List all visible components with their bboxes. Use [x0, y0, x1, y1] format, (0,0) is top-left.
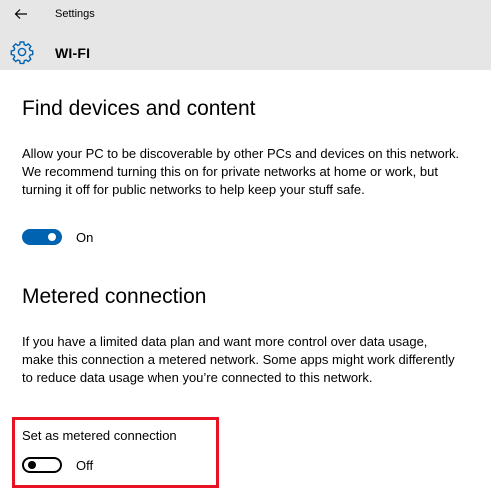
gear-icon [10, 41, 34, 65]
metered-connection-toggle[interactable] [22, 457, 62, 473]
metered-connection-description: If you have a limited data plan and want… [22, 334, 455, 385]
page-title: WI-FI [55, 45, 91, 61]
find-devices-description: Allow your PC to be discoverable by othe… [22, 146, 460, 197]
app-title: Settings [55, 8, 95, 20]
metered-connection-label: Set as metered connection [22, 428, 177, 443]
metered-connection-toggle-label: Off [76, 458, 94, 473]
toggle-knob [48, 233, 56, 241]
toggle-knob [28, 461, 36, 469]
find-devices-heading: Find devices and content [22, 97, 256, 120]
metered-connection-heading: Metered connection [22, 285, 207, 308]
back-arrow-icon [14, 9, 27, 19]
back-button[interactable] [10, 4, 32, 24]
find-devices-toggle-label: On [76, 230, 94, 245]
find-devices-toggle[interactable] [22, 229, 62, 245]
header-bar: Settings WI-FI [0, 0, 491, 70]
title-bar: Settings [0, 0, 491, 28]
